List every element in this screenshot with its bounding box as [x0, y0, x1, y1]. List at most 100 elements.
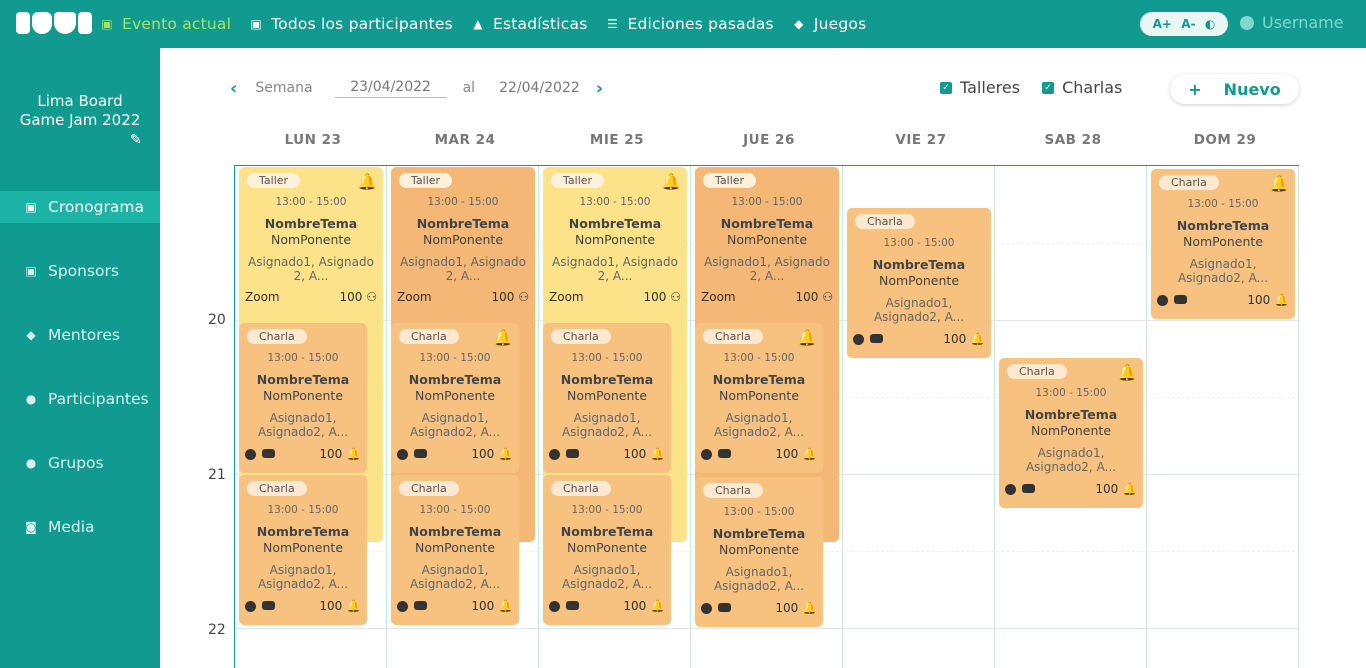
- charla-event-card[interactable]: Charla 13:00 - 15:00 NombreTema NomPonente A…: [543, 323, 671, 473]
- youtube-icon[interactable]: [1174, 294, 1187, 304]
- event-assignees: Asignado1, Asignado 2, A...: [552, 255, 678, 283]
- start-date-field[interactable]: [334, 78, 447, 98]
- event-topic: NombreTema: [416, 216, 510, 231]
- top-bar: ▣ Evento actual ▣ Todos los participante…: [0, 0, 1366, 48]
- sidebar-item-media[interactable]: ◙ Media: [0, 511, 160, 543]
- to-label: al: [462, 80, 476, 96]
- charla-event-card[interactable]: Charla 13:00 - 15:00 NombreTema NomPonente A…: [543, 475, 671, 625]
- charla-event-card[interactable]: Charla 13:00 - 15:00 NombreTema NomPonente A…: [239, 475, 367, 625]
- day-header: MIE 25: [589, 132, 645, 148]
- youtube-icon[interactable]: [1022, 483, 1035, 493]
- bell-icon[interactable]: 🔔: [1269, 174, 1289, 193]
- talleres-checkbox[interactable]: ✓ Talleres: [940, 78, 1020, 97]
- font-decrease-button[interactable]: A-: [1181, 17, 1195, 31]
- youtube-icon[interactable]: [414, 600, 427, 610]
- nav-todos-participantes[interactable]: ▣ Todos los participantes: [249, 15, 453, 33]
- charla-event-card[interactable]: Charla 13:00 - 15:00 NombreTema NomPonente A…: [239, 323, 367, 473]
- charla-event-card[interactable]: Charla 🔔 13:00 - 15:00 NombreTema NomPonente…: [999, 358, 1143, 508]
- event-assignees: Asignado1, Asignado 2, A...: [704, 255, 830, 283]
- bell-icon[interactable]: 🔔: [1117, 363, 1137, 382]
- event-assignees: Asignado1, Asignado2, A...: [561, 411, 653, 439]
- day-header: LUN 23: [284, 132, 342, 148]
- event-type-badge: Taller: [247, 173, 301, 188]
- moon-icon[interactable]: ◐: [1205, 17, 1215, 31]
- youtube-icon[interactable]: [262, 600, 275, 610]
- day-divider: [386, 166, 387, 668]
- chevron-left-icon[interactable]: ‹: [230, 78, 237, 99]
- charla-event-card[interactable]: Charla 13:00 - 15:00 NombreTema NomPonente A…: [847, 208, 991, 358]
- day-divider: [1298, 166, 1299, 668]
- subscriber-count: 100 🔔: [623, 447, 665, 461]
- sidebar-item-participantes[interactable]: ● Participantes: [0, 383, 160, 415]
- charlas-checkbox[interactable]: ✓ Charlas: [1042, 78, 1122, 97]
- end-date-value: 22/04/2022: [499, 80, 580, 96]
- chevron-right-icon[interactable]: ›: [596, 78, 603, 99]
- bell-icon[interactable]: 🔔: [357, 172, 377, 191]
- day-header: SAB 28: [1044, 132, 1102, 148]
- camera-icon: ◙: [25, 520, 37, 534]
- facebook-icon[interactable]: [549, 448, 560, 460]
- event-speaker: NomPonente: [726, 232, 808, 247]
- facebook-icon[interactable]: [397, 448, 408, 460]
- user-icon: [1240, 15, 1254, 30]
- facebook-icon[interactable]: [397, 600, 408, 612]
- zoom-label: Zoom: [245, 290, 280, 304]
- event-footer: 100 🔔: [245, 599, 361, 613]
- social-links: [701, 602, 731, 614]
- sidebar-item-cronograma[interactable]: ▣ Cronograma: [0, 191, 160, 223]
- facebook-icon[interactable]: [549, 600, 560, 612]
- font-increase-button[interactable]: A+: [1153, 17, 1172, 31]
- youtube-icon[interactable]: [718, 448, 731, 458]
- charla-event-card[interactable]: Charla 🔔 13:00 - 15:00 NombreTema NomPonente…: [391, 323, 519, 473]
- facebook-icon[interactable]: [245, 600, 256, 612]
- event-footer: 100 🔔: [1005, 482, 1137, 496]
- list-icon: ☰: [607, 17, 618, 31]
- youtube-icon[interactable]: [870, 333, 883, 343]
- nav-label: Todos los participantes: [271, 15, 453, 33]
- day-header: DOM 29: [1193, 132, 1257, 148]
- event-time: 13:00 - 15:00: [579, 196, 651, 208]
- event-type-badge: Charla: [399, 481, 459, 496]
- charla-event-card[interactable]: Charla 13:00 - 15:00 NombreTema NomPonente A…: [391, 475, 519, 625]
- sidebar-item-mentores[interactable]: ◆ Mentores: [0, 319, 160, 351]
- app-logo[interactable]: [16, 12, 92, 34]
- nav-label: Evento actual: [122, 15, 232, 33]
- event-assignees: Asignado1, Asignado2, A...: [257, 563, 349, 591]
- charla-event-card[interactable]: Charla 🔔 13:00 - 15:00 NombreTema NomPonente…: [1151, 169, 1295, 319]
- youtube-icon[interactable]: [566, 448, 579, 458]
- week-navigation: ‹ Semana al 22/04/2022 ›: [230, 76, 603, 100]
- nav-estadisticas[interactable]: ▲ Estadísticas: [471, 15, 588, 33]
- sidebar-item-grupos[interactable]: ● Grupos: [0, 447, 160, 479]
- event-type-badge: Taller: [703, 173, 757, 188]
- nav-ediciones-pasadas[interactable]: ☰ Ediciones pasadas: [606, 15, 774, 33]
- facebook-icon[interactable]: [853, 333, 864, 345]
- facebook-icon[interactable]: [1005, 483, 1016, 495]
- charla-event-card[interactable]: Charla 13:00 - 15:00 NombreTema NomPonente A…: [695, 477, 823, 627]
- event-speaker: NomPonente: [414, 388, 496, 403]
- youtube-icon[interactable]: [566, 600, 579, 610]
- user-menu[interactable]: Username: [1240, 13, 1344, 32]
- nav-juegos[interactable]: ◆ Juegos: [792, 15, 867, 33]
- youtube-icon[interactable]: [718, 602, 731, 612]
- sidebar-item-sponsors[interactable]: ▣ Sponsors: [0, 255, 160, 287]
- facebook-icon[interactable]: [1157, 294, 1168, 306]
- facebook-icon[interactable]: [701, 602, 712, 614]
- bell-icon[interactable]: 🔔: [493, 328, 513, 347]
- bell-icon[interactable]: 🔔: [661, 172, 681, 191]
- new-event-button[interactable]: + Nuevo: [1170, 74, 1299, 104]
- pencil-icon[interactable]: ✎: [130, 132, 142, 148]
- hour-label: 21: [208, 467, 226, 483]
- attendee-count: 100 ⚇: [339, 290, 377, 304]
- username: Username: [1262, 13, 1344, 32]
- nav-evento-actual[interactable]: ▣ Evento actual: [100, 15, 231, 33]
- facebook-icon[interactable]: [701, 448, 712, 460]
- event-type-badge: Charla: [1159, 175, 1219, 190]
- youtube-icon[interactable]: [262, 448, 275, 458]
- event-footer: 100 🔔: [549, 447, 665, 461]
- charla-event-card[interactable]: Charla 🔔 13:00 - 15:00 NombreTema NomPonente…: [695, 323, 823, 473]
- event-time: 13:00 - 15:00: [1187, 198, 1259, 210]
- bell-icon[interactable]: 🔔: [797, 328, 817, 347]
- facebook-icon[interactable]: [245, 448, 256, 460]
- youtube-icon[interactable]: [414, 448, 427, 458]
- graduation-cap-icon: ◆: [26, 328, 36, 342]
